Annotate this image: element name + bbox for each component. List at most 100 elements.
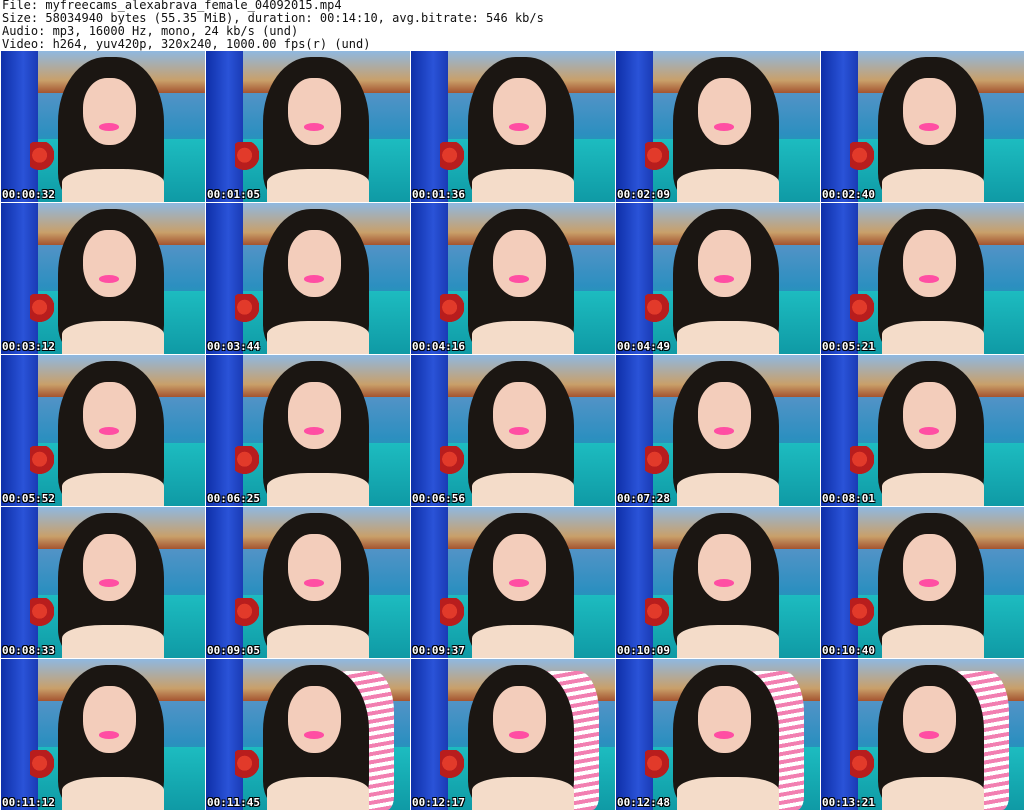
thumbnail-flowers (644, 749, 670, 783)
thumbnail-curtain (1, 355, 38, 506)
thumbnail-shoulders (267, 472, 370, 506)
timestamp-label: 00:00:32 (2, 188, 55, 201)
video-thumbnail[interactable]: 00:01:36 (411, 51, 615, 202)
thumbnail-curtain (206, 355, 243, 506)
video-thumbnail[interactable]: 00:04:49 (616, 203, 820, 354)
thumbnail-shoulders (472, 320, 575, 354)
thumbnail-flowers (439, 597, 465, 631)
thumbnail-shoulders (677, 624, 780, 658)
video-thumbnail[interactable]: 00:07:28 (616, 355, 820, 506)
thumbnail-flowers (849, 293, 875, 327)
video-thumbnail[interactable]: 00:03:12 (1, 203, 205, 354)
thumbnail-curtain (616, 507, 653, 658)
thumbnail-face (902, 686, 956, 753)
thumbnail-curtain (616, 203, 653, 354)
thumbnail-face (82, 534, 136, 601)
thumbnail-curtain (821, 659, 858, 810)
thumbnail-face (82, 686, 136, 753)
video-thumbnail[interactable]: 00:06:56 (411, 355, 615, 506)
thumbnail-flowers (439, 749, 465, 783)
thumbnail-shoulders (472, 776, 575, 810)
video-thumbnail[interactable]: 00:02:09 (616, 51, 820, 202)
thumbnail-face (697, 686, 751, 753)
timestamp-label: 00:03:44 (207, 340, 260, 353)
thumbnail-flowers (644, 141, 670, 175)
video-thumbnail[interactable]: 00:12:17 (411, 659, 615, 810)
thumbnail-face (287, 230, 341, 297)
video-thumbnail[interactable]: 00:09:05 (206, 507, 410, 658)
video-thumbnail[interactable]: 00:12:48 (616, 659, 820, 810)
timestamp-label: 00:06:56 (412, 492, 465, 505)
thumbnail-shoulders (267, 776, 370, 810)
thumbnail-flowers (234, 141, 260, 175)
thumbnail-flowers (234, 445, 260, 479)
video-thumbnail[interactable]: 00:05:52 (1, 355, 205, 506)
timestamp-label: 00:09:05 (207, 644, 260, 657)
timestamp-label: 00:02:09 (617, 188, 670, 201)
video-thumbnail[interactable]: 00:02:40 (821, 51, 1024, 202)
video-thumbnail[interactable]: 00:13:21 (821, 659, 1024, 810)
thumbnail-curtain (1, 203, 38, 354)
thumbnail-face (82, 230, 136, 297)
timestamp-label: 00:11:12 (2, 796, 55, 809)
thumbnail-flowers (439, 445, 465, 479)
timestamp-label: 00:10:40 (822, 644, 875, 657)
video-thumbnail[interactable]: 00:08:01 (821, 355, 1024, 506)
timestamp-label: 00:05:21 (822, 340, 875, 353)
thumbnail-flowers (29, 445, 55, 479)
thumbnail-flowers (29, 597, 55, 631)
thumbnail-shoulders (677, 776, 780, 810)
thumbnail-shoulders (472, 168, 575, 202)
thumbnail-curtain (206, 507, 243, 658)
thumbnail-flowers (234, 749, 260, 783)
timestamp-label: 00:03:12 (2, 340, 55, 353)
video-thumbnail[interactable]: 00:08:33 (1, 507, 205, 658)
timestamp-label: 00:04:16 (412, 340, 465, 353)
video-thumbnail[interactable]: 00:04:16 (411, 203, 615, 354)
thumbnail-face (287, 78, 341, 145)
thumbnail-curtain (616, 355, 653, 506)
thumbnail-face (287, 382, 341, 449)
video-thumbnail[interactable]: 00:10:09 (616, 507, 820, 658)
thumbnail-curtain (206, 203, 243, 354)
timestamp-label: 00:13:21 (822, 796, 875, 809)
thumbnail-face (492, 382, 546, 449)
thumbnail-face (492, 534, 546, 601)
video-thumbnail[interactable]: 00:10:40 (821, 507, 1024, 658)
thumbnail-flowers (849, 749, 875, 783)
thumbnail-curtain (411, 51, 448, 202)
thumbnail-flowers (29, 141, 55, 175)
video-thumbnail[interactable]: 00:09:37 (411, 507, 615, 658)
thumbnail-curtain (616, 659, 653, 810)
thumbnail-flowers (849, 445, 875, 479)
thumbnail-shoulders (882, 168, 985, 202)
video-thumbnail[interactable]: 00:11:45 (206, 659, 410, 810)
thumbnail-shoulders (472, 472, 575, 506)
timestamp-label: 00:12:17 (412, 796, 465, 809)
thumbnail-shoulders (472, 624, 575, 658)
timestamp-label: 00:10:09 (617, 644, 670, 657)
timestamp-label: 00:11:45 (207, 796, 260, 809)
thumbnail-flowers (644, 445, 670, 479)
video-thumbnail[interactable]: 00:05:21 (821, 203, 1024, 354)
timestamp-label: 00:01:05 (207, 188, 260, 201)
timestamp-label: 00:02:40 (822, 188, 875, 201)
video-thumbnail[interactable]: 00:06:25 (206, 355, 410, 506)
video-thumbnail[interactable]: 00:01:05 (206, 51, 410, 202)
video-thumbnail[interactable]: 00:03:44 (206, 203, 410, 354)
video-thumbnail[interactable]: 00:11:12 (1, 659, 205, 810)
video-thumbnail[interactable]: 00:00:32 (1, 51, 205, 202)
thumbnail-flowers (234, 597, 260, 631)
thumbnail-curtain (411, 355, 448, 506)
thumbnail-curtain (1, 51, 38, 202)
file-info-header: File: myfreecams_alexabrava_female_04092… (2, 0, 1022, 51)
thumbnail-flowers (439, 141, 465, 175)
thumbnail-curtain (411, 507, 448, 658)
thumbnail-curtain (206, 659, 243, 810)
thumbnail-curtain (411, 659, 448, 810)
timestamp-label: 00:08:01 (822, 492, 875, 505)
thumbnail-face (697, 230, 751, 297)
thumbnail-flowers (644, 293, 670, 327)
thumbnail-shoulders (62, 624, 165, 658)
thumbnail-curtain (1, 507, 38, 658)
